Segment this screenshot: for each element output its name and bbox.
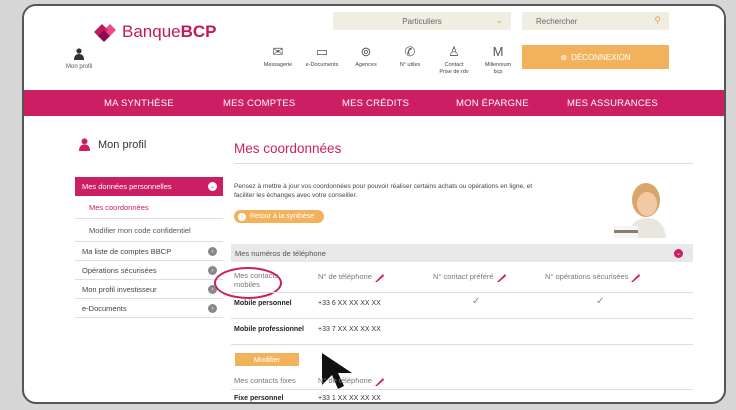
col-label: N° opérations sécurisées	[545, 272, 629, 281]
map-pin-icon: ⊚	[360, 44, 372, 59]
col-phone-header: N° de téléphone	[318, 272, 384, 282]
sidebar-item-donnees[interactable]: Mes données personnelles ⌄	[75, 177, 223, 196]
edit-icon[interactable]	[630, 273, 641, 282]
edit-icon[interactable]	[496, 273, 506, 282]
nav-item-comptes[interactable]: MES COMPTES	[223, 98, 295, 109]
header-tools: ✉ Messagerie ▭ e-Documents ⊚ Agences ✆ N° ut…	[256, 44, 520, 76]
section-phone-header[interactable]: Mes numéros de téléphone ⌄	[231, 244, 693, 262]
row-number: +33 7 XX XX XX XX	[318, 326, 381, 333]
col-secure-header: N° opérations sécurisées	[545, 272, 641, 282]
nav-item-epargne[interactable]: MON ÉPARGNE	[456, 98, 529, 109]
chevron-right-icon: ›	[208, 247, 217, 256]
main-nav: MA SYNTHÈSE MES COMPTES MES CRÉDITS MON …	[24, 90, 724, 116]
sidebar-item-label: Mes données personnelles	[82, 182, 172, 191]
chevron-down-icon: ⌄	[495, 15, 503, 25]
title-divider	[234, 163, 693, 164]
back-button[interactable]: ‹ Retour à la synthèse	[234, 210, 325, 223]
tool-edocuments[interactable]: ▭ e-Documents	[300, 44, 344, 76]
close-circle-icon: ⊗	[560, 52, 568, 62]
sidebar-item-investisseur[interactable]: Mon profil investisseur ›	[75, 280, 223, 299]
profile-label: Mon profil	[66, 64, 93, 70]
row-divider	[231, 344, 693, 345]
phone-icon: ✆	[404, 44, 416, 59]
tool-contact[interactable]: ♙ Contact Prise de rdv	[432, 44, 476, 76]
chevron-right-icon: ›	[208, 304, 217, 313]
page-title: Mes coordonnées	[234, 141, 342, 156]
sidebar: Mes données personnelles ⌄ Mes coordonnée…	[75, 177, 223, 318]
header: BanqueBCP Mon profil Particuliers ⌄ Reche…	[24, 6, 724, 90]
back-label: Retour à la synthèse	[250, 213, 315, 220]
row-label: Fixe personnel	[234, 395, 284, 402]
col-fixed-phone-header: N° de téléphone	[318, 376, 384, 386]
sidebar-item-edocuments[interactable]: e-Documents ›	[75, 299, 223, 318]
sidebar-item-operations[interactable]: Opérations sécurisées ›	[75, 261, 223, 280]
advisor-photo	[614, 183, 666, 238]
sidebar-item-label: e-Documents	[82, 303, 127, 313]
row-divider	[231, 318, 693, 319]
sidebar-item-label: Ma liste de comptes BBCP	[82, 246, 172, 256]
sidebar-item-label: Opérations sécurisées	[82, 265, 157, 275]
section-title: Mes numéros de téléphone	[235, 248, 326, 258]
sidebar-item-comptes[interactable]: Ma liste de comptes BBCP ›	[75, 242, 223, 261]
contact-icon: ♙	[448, 44, 460, 59]
segment-select[interactable]: Particuliers ⌄	[333, 12, 511, 30]
col-preferred-header: N° contact préféré	[433, 272, 506, 282]
row-divider	[231, 389, 693, 390]
chevron-down-icon: ⌄	[674, 249, 683, 258]
row-label: Mobile personnel	[234, 300, 292, 307]
tool-label: N° utiles	[399, 62, 421, 68]
bank-name: BanqueBCP	[122, 22, 217, 41]
chevron-right-icon: ›	[208, 266, 217, 275]
row-label: Mobile professionnel	[234, 326, 305, 333]
sidebar-title-label: Mon profil	[98, 138, 147, 151]
row-number: +33 1 XX XX XX XX	[318, 395, 381, 402]
tool-label: e-Documents	[305, 62, 339, 68]
nav-item-credits[interactable]: MES CRÉDITS	[342, 98, 409, 109]
tool-numeros[interactable]: ✆ N° utiles	[388, 44, 432, 76]
sidebar-subitem-coordonnees[interactable]: Mes coordonnées	[75, 196, 223, 219]
bank-logo[interactable]: BanqueBCP	[90, 20, 217, 44]
envelope-icon: ✉	[272, 44, 284, 59]
highlight-circle	[214, 267, 282, 299]
logout-label: DÉCONNEXION	[571, 52, 631, 62]
search-input[interactable]: Rechercher ⚲	[522, 12, 669, 30]
user-icon	[79, 138, 90, 151]
tool-label: Millennium bcp	[484, 62, 512, 75]
search-icon: ⚲	[654, 15, 661, 25]
tool-messagerie[interactable]: ✉ Messagerie	[256, 44, 300, 76]
millennium-icon: M	[492, 44, 504, 59]
tool-label: Contact Prise de rdv	[439, 62, 469, 75]
col-label: N° de téléphone	[318, 272, 372, 281]
sidebar-title: Mon profil	[79, 138, 146, 151]
edit-icon[interactable]	[374, 273, 384, 282]
folder-icon: ▭	[315, 44, 329, 59]
tool-agences[interactable]: ⊚ Agences	[344, 44, 388, 76]
nav-item-synthese[interactable]: MA SYNTHÈSE	[104, 98, 174, 109]
browser-frame: BanqueBCP Mon profil Particuliers ⌄ Reche…	[22, 4, 726, 404]
edit-icon[interactable]	[374, 377, 384, 386]
tool-label: Agences	[355, 62, 377, 68]
row-number: +33 6 XX XX XX XX	[318, 300, 381, 307]
intro-text: Pensez à mettre à jour vos coordonnées p…	[234, 183, 533, 200]
secure-check-icon: ✓	[596, 296, 605, 307]
col-label: N° de téléphone	[318, 376, 372, 385]
user-icon	[74, 48, 85, 60]
bcp-logo-icon	[94, 24, 116, 42]
nav-item-assurances[interactable]: MES ASSURANCES	[567, 98, 658, 109]
tool-label: Messagerie	[263, 62, 293, 68]
col-fixed-header: Mes contacts fixes	[234, 376, 296, 385]
col-label: N° contact préféré	[433, 272, 494, 281]
sidebar-subitem-code[interactable]: Modifier mon code confidentiel	[75, 219, 223, 242]
preferred-check-icon: ✓	[472, 296, 481, 307]
logout-button[interactable]: ⊗ DÉCONNEXION	[522, 45, 669, 69]
sidebar-item-label: Mon profil investisseur	[82, 284, 157, 294]
chevron-left-icon: ‹	[238, 212, 246, 221]
row-divider	[231, 292, 693, 293]
profile-link[interactable]: Mon profil	[66, 48, 92, 70]
tool-millennium[interactable]: M Millennium bcp	[476, 44, 520, 76]
chevron-down-icon: ⌄	[208, 182, 217, 191]
modify-button[interactable]: Modifier	[235, 353, 299, 366]
